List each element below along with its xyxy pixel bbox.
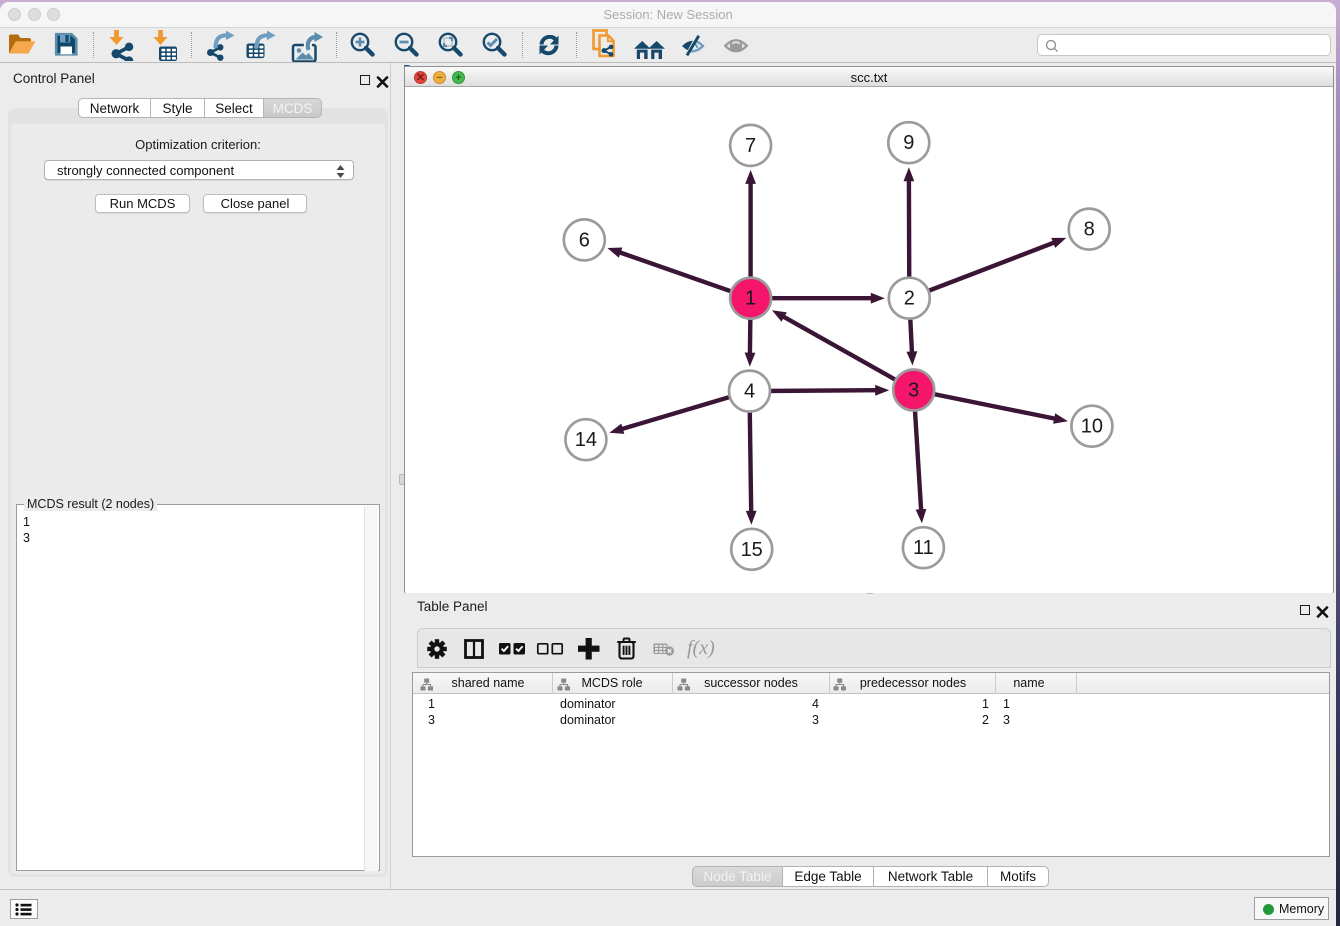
svg-text:8: 8 (1084, 219, 1095, 241)
svg-text:4: 4 (744, 381, 755, 403)
svg-text:1: 1 (745, 288, 756, 310)
svg-text:6: 6 (579, 229, 590, 251)
svg-text:2: 2 (904, 288, 915, 310)
svg-text:14: 14 (575, 429, 597, 451)
svg-text:7: 7 (745, 135, 756, 157)
svg-text:10: 10 (1081, 416, 1103, 438)
svg-text:9: 9 (903, 132, 914, 154)
svg-text:15: 15 (741, 539, 763, 561)
svg-text:3: 3 (908, 380, 919, 402)
svg-text:11: 11 (913, 537, 934, 559)
